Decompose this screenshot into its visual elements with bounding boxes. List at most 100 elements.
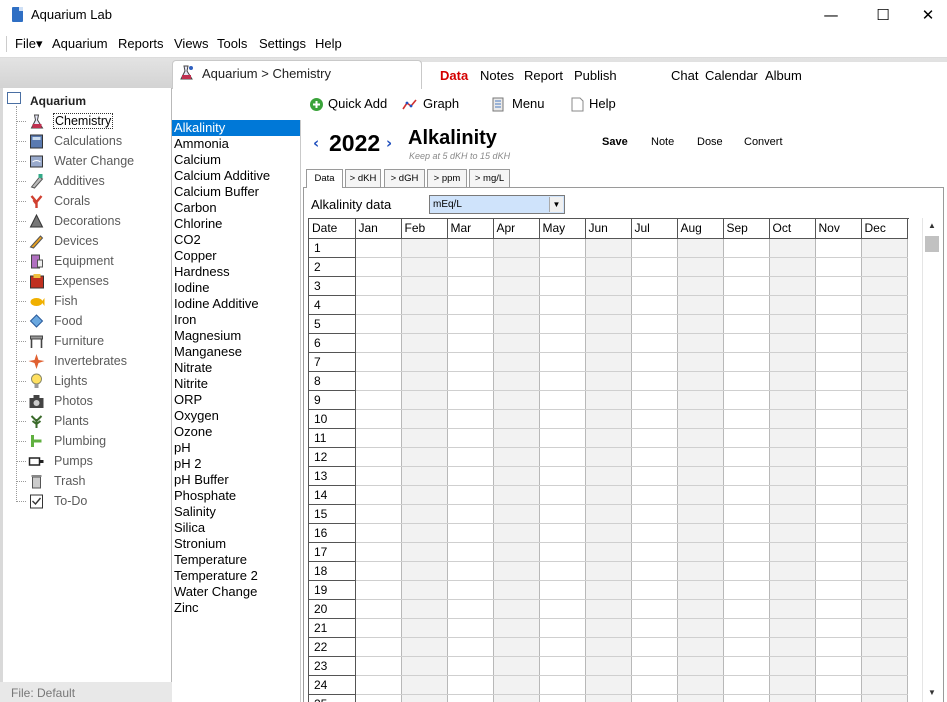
grid-cell[interactable] xyxy=(447,447,494,467)
tab-calendar[interactable]: Calendar xyxy=(705,68,758,83)
grid-cell[interactable] xyxy=(401,409,448,429)
grid-cell[interactable] xyxy=(631,371,678,391)
grid-cell[interactable] xyxy=(493,504,540,524)
grid-cell[interactable] xyxy=(355,580,402,600)
dose-button[interactable]: Dose xyxy=(697,136,723,148)
tree-item-equipment[interactable]: Equipment xyxy=(16,252,166,270)
grid-cell[interactable] xyxy=(861,333,908,353)
grid-cell[interactable] xyxy=(493,276,540,296)
save-button[interactable]: Save xyxy=(602,136,628,148)
grid-cell[interactable] xyxy=(493,371,540,391)
menu-help[interactable]: Help xyxy=(315,36,342,51)
grid-cell[interactable] xyxy=(539,599,586,619)
grid-cell[interactable] xyxy=(401,276,448,296)
grid-cell[interactable] xyxy=(723,675,770,695)
grid-cell[interactable] xyxy=(861,618,908,638)
grid-cell[interactable] xyxy=(585,580,632,600)
grid-cell[interactable] xyxy=(447,238,494,258)
menu-aquarium[interactable]: Aquarium xyxy=(52,36,108,51)
grid-cell[interactable] xyxy=(769,599,816,619)
grid-cell[interactable] xyxy=(401,466,448,486)
grid-cell[interactable] xyxy=(355,466,402,486)
menu-tools[interactable]: Tools xyxy=(217,36,247,51)
grid-cell[interactable] xyxy=(401,504,448,524)
grid-cell[interactable] xyxy=(539,390,586,410)
grid-cell[interactable] xyxy=(447,371,494,391)
param-item-calcium-buffer[interactable]: Calcium Buffer xyxy=(172,184,300,200)
unit-tab-data[interactable]: Data xyxy=(306,169,343,188)
menu-file[interactable]: File▾ xyxy=(15,36,42,52)
grid-cell[interactable] xyxy=(769,523,816,543)
grid-cell[interactable] xyxy=(677,238,724,258)
grid-cell[interactable] xyxy=(677,352,724,372)
param-item-ammonia[interactable]: Ammonia xyxy=(172,136,300,152)
prev-year-button[interactable]: ‹ xyxy=(313,134,319,152)
grid-cell[interactable] xyxy=(539,371,586,391)
tree-item-expenses[interactable]: Expenses xyxy=(16,272,166,290)
grid-cell[interactable] xyxy=(493,656,540,676)
menu-views[interactable]: Views xyxy=(174,36,208,51)
grid-cell[interactable] xyxy=(861,276,908,296)
grid-cell[interactable] xyxy=(815,257,862,277)
grid-cell[interactable] xyxy=(861,504,908,524)
grid-cell[interactable] xyxy=(631,561,678,581)
grid-cell[interactable] xyxy=(447,390,494,410)
grid-cell[interactable] xyxy=(677,390,724,410)
grid-cell[interactable] xyxy=(355,409,402,429)
grid-cell[interactable] xyxy=(677,333,724,353)
grid-cell[interactable] xyxy=(677,409,724,429)
grid-cell[interactable] xyxy=(769,428,816,448)
grid-cell[interactable] xyxy=(815,466,862,486)
grid-cell[interactable] xyxy=(447,523,494,543)
grid-cell[interactable] xyxy=(769,276,816,296)
tree-item-corals[interactable]: Corals xyxy=(16,192,166,210)
grid-cell[interactable] xyxy=(631,409,678,429)
grid-cell[interactable] xyxy=(493,295,540,315)
grid-cell[interactable] xyxy=(585,561,632,581)
grid-cell[interactable] xyxy=(815,352,862,372)
grid-cell[interactable] xyxy=(631,618,678,638)
grid-cell[interactable] xyxy=(815,295,862,315)
param-item-alkalinity[interactable]: Alkalinity xyxy=(172,120,300,136)
grid-cell[interactable] xyxy=(401,656,448,676)
grid-cell[interactable] xyxy=(447,542,494,562)
grid-cell[interactable] xyxy=(861,257,908,277)
tree-item-invertebrates[interactable]: Invertebrates xyxy=(16,352,166,370)
param-item-iodine[interactable]: Iodine xyxy=(172,280,300,296)
grid-cell[interactable] xyxy=(769,656,816,676)
grid-cell[interactable] xyxy=(677,561,724,581)
tree-item-plants[interactable]: Plants xyxy=(16,412,166,430)
grid-cell[interactable] xyxy=(631,447,678,467)
grid-cell[interactable] xyxy=(769,694,816,702)
grid-cell[interactable] xyxy=(723,276,770,296)
grid-cell[interactable] xyxy=(631,637,678,657)
grid-cell[interactable] xyxy=(631,656,678,676)
grid-cell[interactable] xyxy=(355,618,402,638)
tree-root-aquarium[interactable]: Aquarium xyxy=(30,94,86,108)
grid-cell[interactable] xyxy=(447,295,494,315)
grid-cell[interactable] xyxy=(631,333,678,353)
grid-cell[interactable] xyxy=(861,675,908,695)
grid-cell[interactable] xyxy=(539,238,586,258)
grid-cell[interactable] xyxy=(585,637,632,657)
param-item-ph[interactable]: pH xyxy=(172,440,300,456)
param-item-stronium[interactable]: Stronium xyxy=(172,536,300,552)
scroll-thumb[interactable] xyxy=(925,236,939,252)
grid-cell[interactable] xyxy=(539,580,586,600)
grid-cell[interactable] xyxy=(723,618,770,638)
grid-cell[interactable] xyxy=(447,618,494,638)
grid-cell[interactable] xyxy=(447,466,494,486)
chevron-down-icon[interactable]: ▼ xyxy=(549,197,563,212)
grid-cell[interactable] xyxy=(769,466,816,486)
grid-cell[interactable] xyxy=(447,656,494,676)
grid-cell[interactable] xyxy=(539,675,586,695)
grid-cell[interactable] xyxy=(493,599,540,619)
grid-cell[interactable] xyxy=(447,409,494,429)
param-item-temperature[interactable]: Temperature xyxy=(172,552,300,568)
grid-cell[interactable] xyxy=(631,390,678,410)
grid-cell[interactable] xyxy=(493,428,540,448)
grid-cell[interactable] xyxy=(769,409,816,429)
grid-cell[interactable] xyxy=(355,390,402,410)
grid-cell[interactable] xyxy=(539,561,586,581)
grid-cell[interactable] xyxy=(815,694,862,702)
